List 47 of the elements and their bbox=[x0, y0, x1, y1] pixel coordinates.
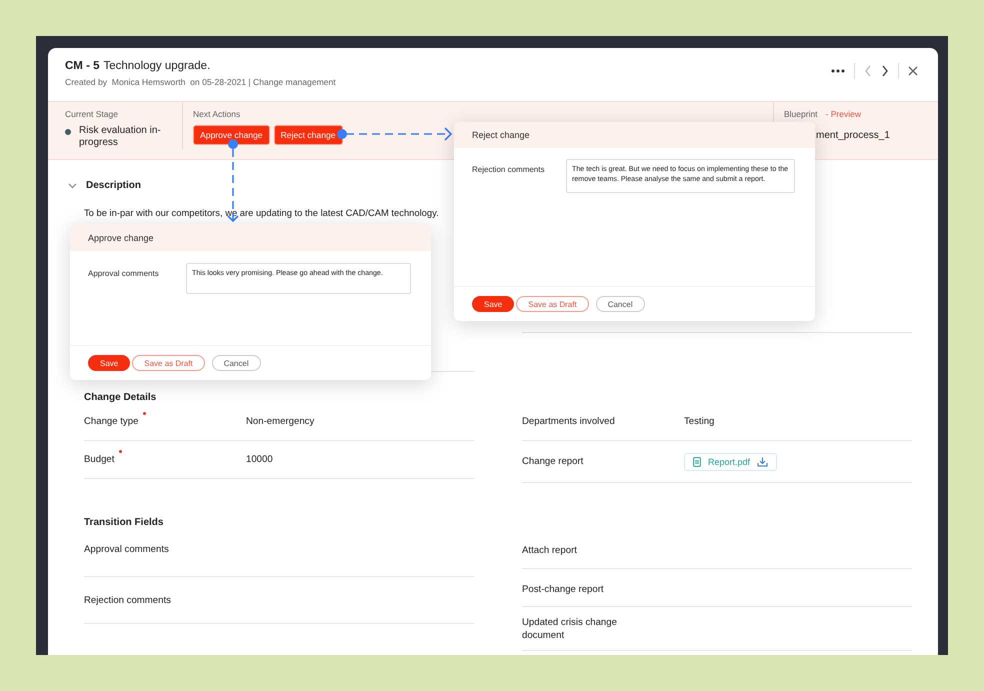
dialog-button[interactable]: Save bbox=[88, 355, 130, 371]
dialog-title: Reject change bbox=[472, 130, 530, 140]
section-heading: Description bbox=[86, 180, 142, 191]
action-button[interactable]: Approve change bbox=[193, 125, 270, 145]
close-icon[interactable] bbox=[908, 66, 918, 76]
file-attachment[interactable]: Report.pdf bbox=[684, 452, 778, 470]
field-label: Post-change report bbox=[522, 583, 605, 596]
next-icon[interactable] bbox=[881, 65, 889, 77]
record-subtitle: Created by Monica Hemsworth on 05-28-2021 | Change management bbox=[65, 77, 336, 87]
stage-dot-icon bbox=[65, 129, 71, 135]
field-label: Approval comments bbox=[84, 544, 170, 555]
field-value: Testing bbox=[684, 416, 714, 427]
section-heading: Transition Fields bbox=[84, 517, 164, 528]
more-icon[interactable] bbox=[831, 68, 845, 74]
field-label: Approval comments bbox=[88, 269, 160, 278]
field-label: Rejection comments bbox=[84, 595, 172, 606]
field-value: 10000 bbox=[246, 454, 273, 465]
field-label: Change report bbox=[522, 456, 584, 467]
record-title: Technology upgrade. bbox=[104, 60, 210, 72]
required-icon bbox=[143, 412, 146, 415]
field-label: Budget bbox=[84, 454, 114, 465]
action-button[interactable]: Reject change bbox=[274, 125, 343, 145]
dialog-button[interactable]: Save as Draft bbox=[516, 296, 589, 312]
chevron-icon[interactable] bbox=[68, 182, 77, 188]
current-stage-label: Current Stage bbox=[65, 109, 119, 119]
download-icon[interactable] bbox=[757, 456, 768, 466]
field-label: Change type bbox=[84, 416, 138, 427]
field-label: Departments involved bbox=[522, 416, 615, 427]
next-actions-label: Next Actions bbox=[193, 109, 242, 119]
dialog-button[interactable]: Save bbox=[472, 296, 514, 312]
required-icon bbox=[119, 450, 122, 453]
dialog-button[interactable]: Cancel bbox=[212, 355, 261, 371]
dialog-button[interactable]: Save as Draft bbox=[132, 355, 205, 371]
field-label: Rejection comments bbox=[472, 165, 546, 174]
section-heading: Change Details bbox=[84, 392, 158, 403]
blueprint-label: Blueprint bbox=[784, 109, 818, 119]
preview-link[interactable]: - Preview bbox=[826, 109, 861, 119]
field-value: Non-emergency bbox=[246, 416, 314, 427]
record-code: CM - 5 bbox=[65, 60, 100, 72]
field-label: Updated crisis change document bbox=[522, 616, 618, 642]
dialog-title: Approve change bbox=[88, 232, 154, 242]
blueprint-name: ment_process_1 bbox=[815, 129, 890, 143]
field-label: Attach report bbox=[522, 544, 578, 557]
dialog-button[interactable]: Cancel bbox=[596, 296, 645, 312]
document-icon bbox=[693, 456, 701, 466]
current-stage: Risk evaluation in-progress bbox=[79, 125, 162, 149]
file-name: Report.pdf bbox=[708, 456, 750, 466]
